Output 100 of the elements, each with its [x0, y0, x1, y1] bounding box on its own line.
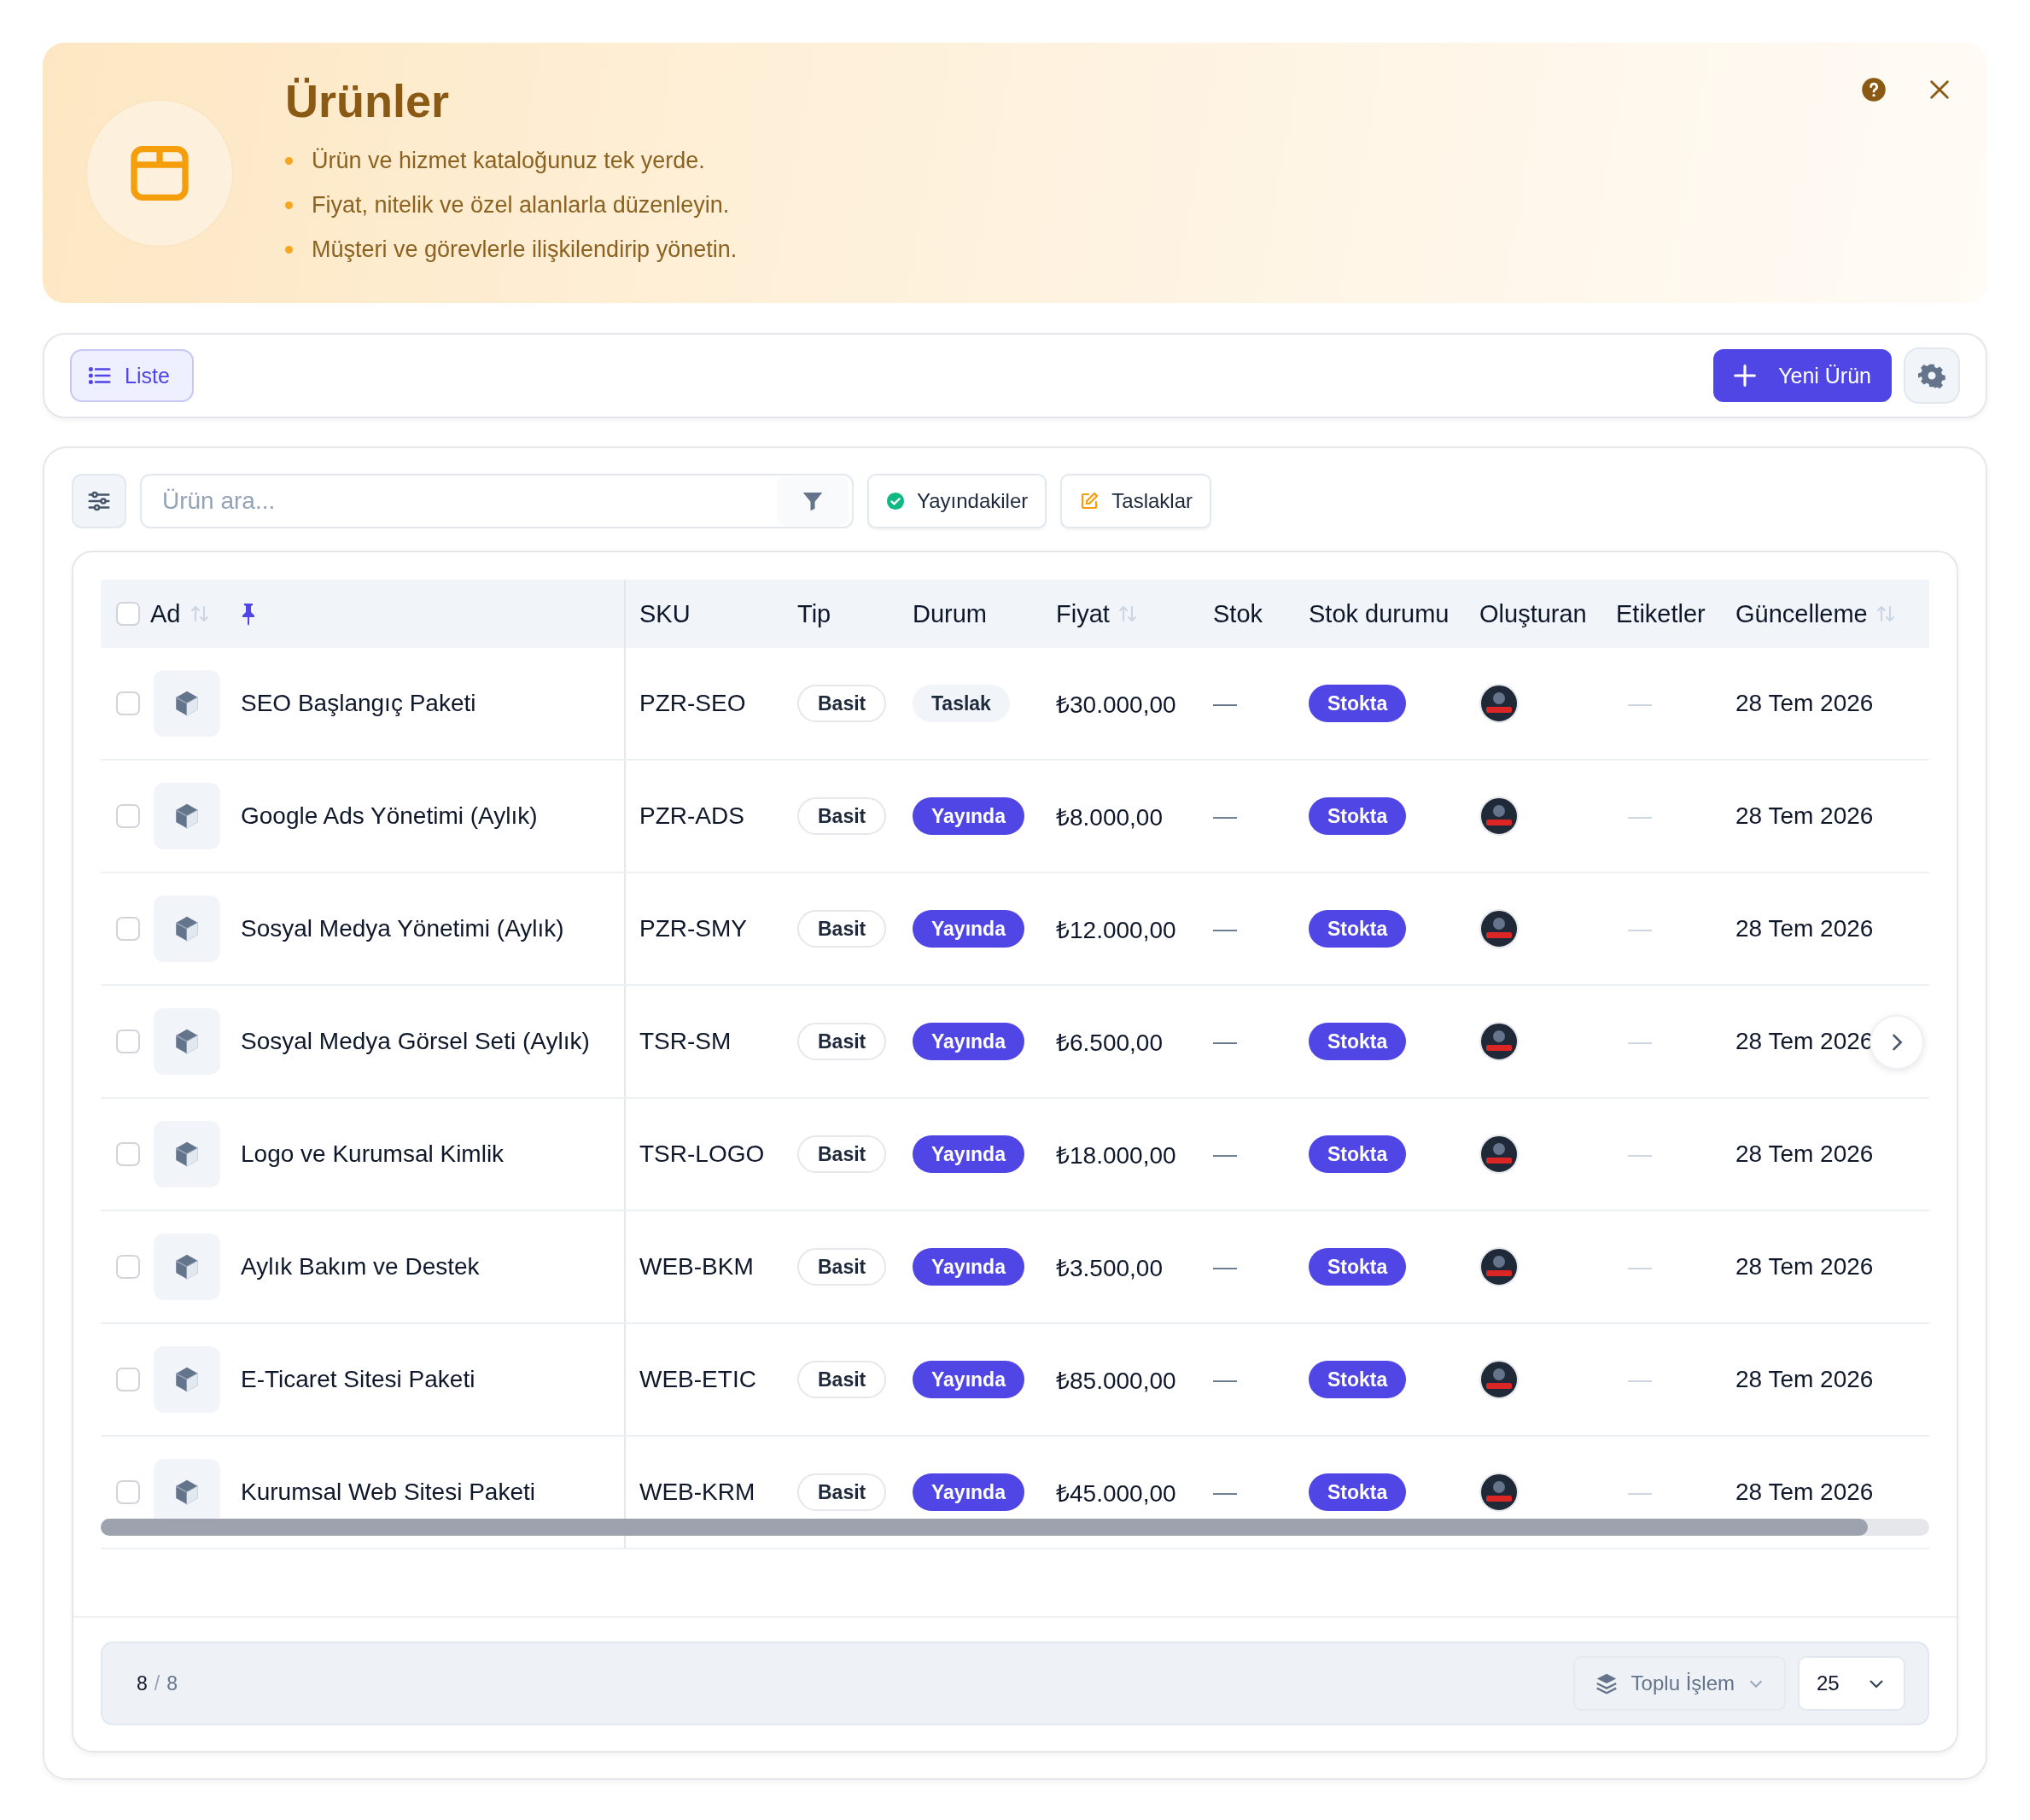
column-header[interactable]: SKU [639, 599, 691, 628]
page-title: Ürünler [285, 73, 451, 127]
price-text: ₺45.000,00 [1056, 1479, 1176, 1508]
stock-text: — [1213, 1366, 1237, 1393]
column-header[interactable]: Etiketler [1616, 599, 1706, 628]
column-header[interactable]: Durum [913, 599, 987, 628]
price-text: ₺8.000,00 [1056, 803, 1163, 832]
stock-status-tag: Stokta [1309, 910, 1407, 948]
column-header[interactable]: Ad [150, 599, 181, 628]
updated-date: 28 Tem 2026 [1735, 1366, 1874, 1393]
filter-settings-button[interactable] [72, 474, 126, 528]
select-all-checkbox[interactable] [116, 602, 140, 626]
price-text: ₺6.500,00 [1056, 1029, 1163, 1058]
product-cube-icon [154, 1121, 220, 1187]
sort-icon[interactable] [1875, 604, 1895, 624]
avatar [1479, 1247, 1519, 1286]
sku-text: PZR-SEO [639, 690, 746, 717]
product-name[interactable]: SEO Başlangıç Paketi [241, 690, 476, 717]
status-tag: Yayında [913, 1248, 1024, 1286]
price-text: ₺85.000,00 [1056, 1367, 1176, 1396]
row-checkbox[interactable] [116, 1368, 140, 1391]
sort-icon[interactable] [1117, 604, 1137, 624]
stock-status-tag: Stokta [1309, 1023, 1407, 1060]
type-tag: Basit [797, 685, 887, 722]
row-checkbox[interactable] [116, 691, 140, 715]
column-header[interactable]: Oluşturan [1479, 599, 1587, 628]
product-cube-icon [154, 1234, 220, 1300]
status-tag: Yayında [913, 1023, 1024, 1060]
product-name[interactable]: Sosyal Medya Yönetimi (Aylık) [241, 915, 564, 942]
column-header[interactable]: Stok [1213, 599, 1263, 628]
tags-text: — [1627, 1253, 1652, 1280]
tags-text: — [1627, 802, 1652, 830]
stock-status-tag: Stokta [1309, 685, 1407, 722]
stock-text: — [1213, 802, 1237, 830]
check-circle-icon [886, 492, 905, 510]
row-checkbox[interactable] [116, 1030, 140, 1053]
row-checkbox[interactable] [116, 917, 140, 941]
column-header[interactable]: Tip [797, 599, 831, 628]
column-header[interactable]: Fiyat [1056, 599, 1110, 628]
product-name[interactable]: Google Ads Yönetimi (Aylık) [241, 802, 538, 830]
filter-chip[interactable]: Taslaklar [1060, 474, 1211, 528]
sku-text: WEB-ETIC [639, 1366, 756, 1393]
help-icon[interactable] [1861, 77, 1887, 102]
updated-date: 28 Tem 2026 [1735, 1253, 1874, 1280]
product-cube-icon [154, 1346, 220, 1413]
updated-date: 28 Tem 2026 [1735, 690, 1874, 717]
product-cube-icon [154, 783, 220, 849]
stock-status-tag: Stokta [1309, 1473, 1407, 1511]
bulk-action-dropdown[interactable]: Toplu İşlem [1572, 1656, 1786, 1711]
bullet-dot [285, 201, 293, 209]
avatar [1479, 909, 1519, 948]
tags-text: — [1627, 1479, 1652, 1506]
product-name[interactable]: Sosyal Medya Görsel Seti (Aylık) [241, 1028, 590, 1055]
new-product-button[interactable]: Yeni Ürün [1713, 349, 1892, 402]
product-name[interactable]: E-Ticaret Sitesi Paketi [241, 1366, 475, 1393]
scroll-right-button[interactable] [1870, 1015, 1924, 1070]
product-cube-icon [154, 1008, 220, 1075]
stock-text: — [1213, 1253, 1237, 1280]
updated-date: 28 Tem 2026 [1735, 915, 1874, 942]
type-tag: Basit [797, 910, 887, 948]
status-tag: Yayında [913, 797, 1024, 835]
sku-text: WEB-BKM [639, 1253, 754, 1280]
sku-text: TSR-SM [639, 1028, 732, 1055]
type-tag: Basit [797, 1473, 887, 1511]
edit-icon [1079, 491, 1100, 511]
product-name[interactable]: Aylık Bakım ve Destek [241, 1253, 480, 1280]
tags-text: — [1627, 915, 1652, 942]
tags-text: — [1627, 1140, 1652, 1168]
updated-date: 28 Tem 2026 [1735, 1140, 1874, 1168]
type-tag: Basit [797, 1135, 887, 1173]
product-name[interactable]: Logo ve Kurumsal Kimlik [241, 1140, 505, 1168]
feature-text: Müşteri ve görevlerle ilişkilendirip yönetin. [312, 236, 738, 263]
row-checkbox[interactable] [116, 1480, 140, 1504]
total-count: 8 [166, 1671, 178, 1695]
sku-text: PZR-SMY [639, 915, 747, 942]
product-name[interactable]: Kurumsal Web Sitesi Paketi [241, 1479, 535, 1506]
stock-status-tag: Stokta [1309, 797, 1407, 835]
sort-icon[interactable] [190, 604, 210, 624]
tags-text: — [1627, 690, 1652, 717]
stock-status-tag: Stokta [1309, 1361, 1407, 1398]
row-checkbox[interactable] [116, 1142, 140, 1166]
row-checkbox[interactable] [116, 804, 140, 828]
stock-text: — [1213, 1028, 1237, 1055]
status-tag: Yayında [913, 1135, 1024, 1173]
list-view-tab[interactable]: Liste [70, 349, 194, 402]
column-header[interactable]: Stok durumu [1309, 599, 1450, 628]
page-size-dropdown[interactable]: 25 [1798, 1656, 1905, 1711]
filter-chip[interactable]: Yayındakiler [867, 474, 1047, 528]
bullet-dot [285, 246, 293, 254]
close-icon[interactable] [1928, 78, 1951, 102]
stock-text: — [1213, 1140, 1237, 1168]
horizontal-scrollbar[interactable] [101, 1519, 1868, 1536]
settings-button[interactable] [1904, 347, 1960, 404]
filter-icon[interactable] [777, 476, 849, 526]
product-cube-icon [154, 895, 220, 962]
price-text: ₺18.000,00 [1056, 1141, 1176, 1170]
price-text: ₺3.500,00 [1056, 1254, 1163, 1283]
column-header[interactable]: Güncelleme [1735, 599, 1868, 628]
row-checkbox[interactable] [116, 1255, 140, 1279]
search-field[interactable]: Ürün ara... [140, 474, 854, 528]
